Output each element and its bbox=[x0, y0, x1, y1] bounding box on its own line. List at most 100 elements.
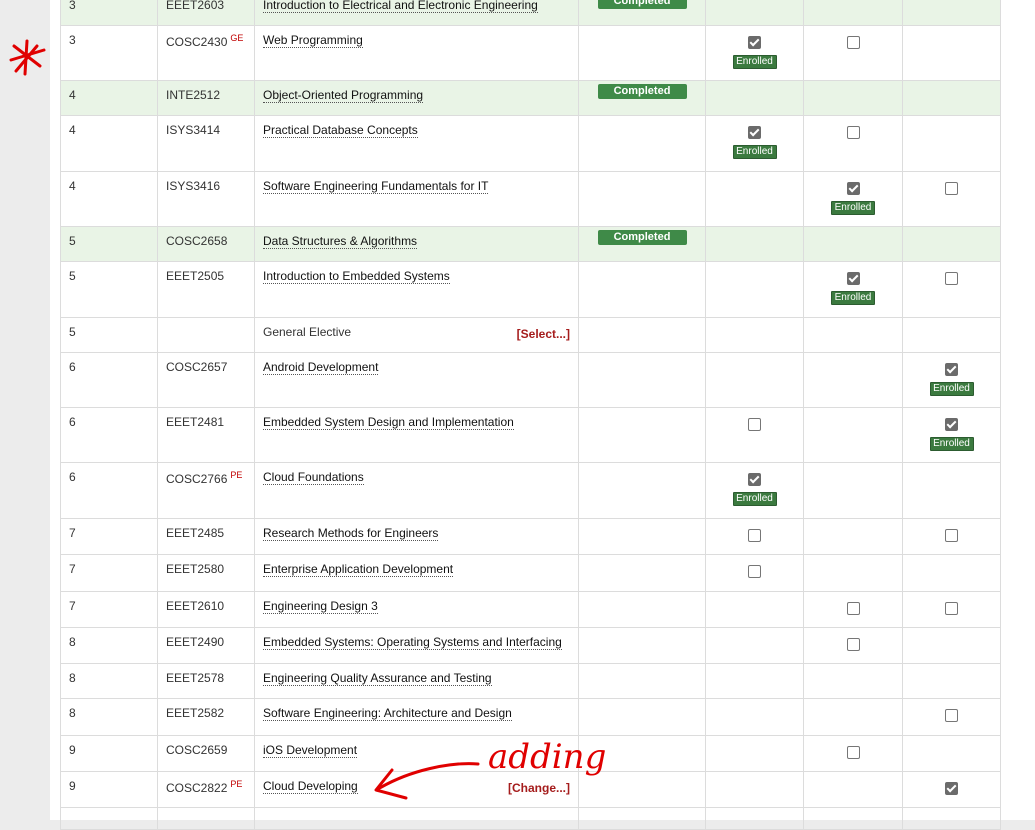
course-code-cell: COSC2657 bbox=[157, 352, 255, 408]
course-title-link[interactable]: Engineering Quality Assurance and Testin… bbox=[263, 671, 492, 686]
course-title-link[interactable]: Research Methods for Engineers bbox=[263, 526, 439, 541]
course-title-link[interactable]: Embedded Systems: Operating Systems and … bbox=[263, 635, 562, 650]
course-title-link[interactable]: Introduction to Electrical and Electroni… bbox=[263, 0, 538, 13]
enrol-checkbox[interactable] bbox=[846, 126, 860, 139]
course-title-cell: Embedded System Design and Implementatio… bbox=[254, 407, 579, 463]
table-row: 5 EEET2505 Introduction to Embedded System… bbox=[60, 261, 1001, 318]
course-code: EEET2481 bbox=[166, 415, 225, 429]
enrol-checkbox[interactable] bbox=[846, 272, 860, 285]
enrol-checkbox[interactable] bbox=[846, 746, 860, 759]
semester-cell: 7 bbox=[60, 518, 158, 555]
course-code: INTE2512 bbox=[166, 88, 221, 102]
enrol-checkbox[interactable] bbox=[748, 36, 761, 49]
course-code-cell: EEET2582 bbox=[157, 698, 255, 736]
table-row: 6 COSC2657 Android Development Enrolled bbox=[60, 352, 1001, 408]
enrol-checkbox[interactable] bbox=[846, 182, 860, 195]
enrol-checkbox[interactable] bbox=[846, 638, 860, 651]
course-title-link[interactable]: Software Engineering Fundamentals for IT bbox=[263, 179, 489, 194]
semester-choice-cell bbox=[902, 807, 1001, 830]
course-title-cell: Embedded Systems: Operating Systems and … bbox=[254, 627, 579, 664]
semester-choice-cell bbox=[803, 80, 903, 116]
enrolled-badge: Enrolled bbox=[929, 382, 974, 396]
course-title-cell: Engineering Design 3 bbox=[254, 591, 579, 628]
semester-cell: 6 bbox=[60, 407, 158, 463]
course-code-cell: EEET2580 bbox=[157, 554, 255, 592]
semester-choice-cell bbox=[902, 627, 1001, 664]
course-code: EEET2610 bbox=[166, 599, 225, 613]
course-title-link[interactable]: Data Structures & Algorithms bbox=[263, 234, 418, 249]
course-code-cell: COSC2658 bbox=[157, 226, 255, 262]
enrol-checkbox[interactable] bbox=[945, 363, 958, 376]
enrolled-badge: Enrolled bbox=[831, 201, 875, 215]
course-code: EEET2580 bbox=[166, 562, 225, 576]
table-row: 9 COSC2822 PE Cloud Developing [Change...] bbox=[60, 771, 1001, 808]
completed-badge: Completed bbox=[597, 84, 687, 99]
semester-choice-cell bbox=[705, 663, 804, 699]
status-cell bbox=[578, 591, 706, 628]
enrol-checkbox[interactable] bbox=[945, 418, 958, 431]
select-elective-link[interactable]: [Select...] bbox=[517, 327, 570, 341]
semester-choice-cell bbox=[803, 735, 903, 772]
semester-choice-cell bbox=[902, 554, 1001, 592]
course-title-link[interactable]: Android Development bbox=[263, 360, 379, 375]
enrol-checkbox[interactable] bbox=[748, 529, 761, 542]
course-title-link[interactable]: iOS Development bbox=[263, 743, 358, 758]
course-title-link[interactable]: Software Engineering: Architecture and D… bbox=[263, 706, 512, 721]
enrol-checkbox[interactable] bbox=[945, 272, 958, 285]
table-row: 7 EEET2610 Engineering Design 3 bbox=[60, 591, 1001, 628]
table-row: 8 EEET2578 Engineering Quality Assurance a… bbox=[60, 663, 1001, 699]
course-code: COSC2822 bbox=[166, 781, 228, 795]
semester-choice-cell bbox=[705, 698, 804, 736]
enrol-checkbox[interactable] bbox=[945, 602, 958, 615]
course-title-link[interactable]: Cloud Foundations bbox=[263, 470, 364, 485]
table-row: 8 EEET2490 Embedded Systems: Operating Sys… bbox=[60, 627, 1001, 664]
course-title-link[interactable]: Embedded System Design and Implementatio… bbox=[263, 415, 514, 430]
completed-badge: Completed bbox=[597, 230, 687, 245]
course-title-link[interactable]: Practical Database Concepts bbox=[263, 123, 418, 138]
semester-choice-cell bbox=[803, 407, 903, 463]
status-cell bbox=[578, 407, 706, 463]
status-cell bbox=[578, 171, 706, 227]
enrol-checkbox[interactable] bbox=[748, 473, 761, 486]
semester-choice-cell bbox=[902, 518, 1001, 555]
table-row: 4 ISYS3416 Software Engineering Fundamenta… bbox=[60, 171, 1001, 227]
status-cell bbox=[578, 771, 706, 808]
semester-choice-cell bbox=[803, 317, 903, 353]
course-title-cell: Web Programming bbox=[254, 25, 579, 81]
course-code: COSC2657 bbox=[166, 360, 228, 374]
enrol-checkbox[interactable] bbox=[846, 602, 860, 615]
semester-choice-cell bbox=[902, 317, 1001, 353]
course-title-link[interactable]: Web Programming bbox=[263, 33, 363, 48]
course-code: ISYS3416 bbox=[166, 179, 221, 193]
enrol-checkbox[interactable] bbox=[748, 418, 761, 431]
semester-choice-cell bbox=[803, 554, 903, 592]
semester-choice-cell bbox=[705, 807, 804, 830]
enrolled-badge: Enrolled bbox=[732, 145, 777, 159]
semester-choice-cell bbox=[803, 518, 903, 555]
change-course-link[interactable]: [Change...] bbox=[508, 781, 570, 795]
enrol-checkbox[interactable] bbox=[748, 126, 761, 139]
enrol-checkbox[interactable] bbox=[945, 782, 958, 795]
course-title-cell: Introduction to Electrical and Electroni… bbox=[254, 0, 579, 26]
semester-choice-cell bbox=[902, 115, 1001, 172]
semester-choice-cell bbox=[803, 0, 903, 26]
status-cell: Completed bbox=[578, 0, 706, 26]
enrol-checkbox[interactable] bbox=[945, 709, 958, 722]
semester-choice-cell bbox=[902, 261, 1001, 318]
course-title-link[interactable]: Cloud Developing bbox=[263, 779, 358, 794]
table-row: 5 COSC2658 Data Structures & Algorithms Com… bbox=[60, 226, 1001, 262]
course-title-link[interactable]: Object-Oriented Programming bbox=[263, 88, 424, 103]
enrol-checkbox[interactable] bbox=[748, 565, 761, 578]
enrol-checkbox[interactable] bbox=[945, 529, 958, 542]
course-title-link[interactable]: Engineering Design 3 bbox=[263, 599, 378, 614]
semester-cell: 7 bbox=[60, 591, 158, 628]
course-title-link[interactable]: Enterprise Application Development bbox=[263, 562, 454, 577]
enrol-checkbox[interactable] bbox=[846, 36, 860, 49]
semester-choice-cell bbox=[902, 80, 1001, 116]
course-title-link[interactable]: Introduction to Embedded Systems bbox=[263, 269, 450, 284]
semester-choice-cell bbox=[803, 698, 903, 736]
semester-choice-cell: Enrolled bbox=[902, 407, 1001, 463]
semester-choice-cell bbox=[803, 591, 903, 628]
course-title-cell: Practical Database Concepts bbox=[254, 115, 579, 172]
enrol-checkbox[interactable] bbox=[945, 182, 958, 195]
